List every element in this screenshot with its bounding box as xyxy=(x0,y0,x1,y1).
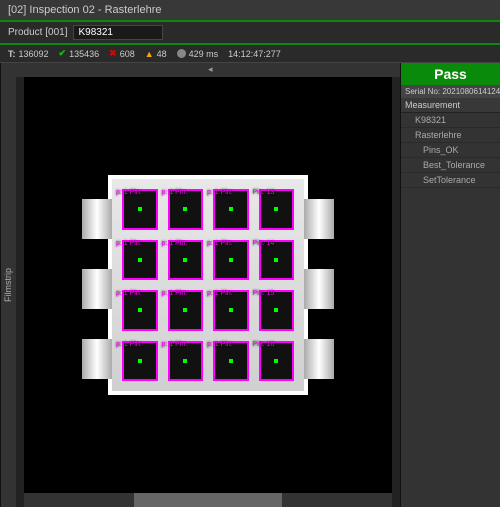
warn-icon: ▲ xyxy=(145,49,154,59)
lead-icon xyxy=(82,199,112,239)
stat-timestamp: 14:12:47:277 xyxy=(228,49,281,59)
cross-icon: ✖ xyxy=(109,48,117,59)
pin-label: p: 1 Pin: xyxy=(162,240,188,247)
pin-label: Pin: 13 xyxy=(253,189,275,196)
stat-total: 136092 xyxy=(19,49,49,59)
inspection-image[interactable]: p: 1 Pin:p: 1 Pin:p: 1 Pin:Pin: 13p: 1 P… xyxy=(24,77,392,493)
horizontal-scrollbar[interactable] xyxy=(24,493,392,507)
pin-marker[interactable]: p: 1 Pin: xyxy=(168,341,204,382)
pin-marker[interactable]: p: 1 Pin: xyxy=(122,290,158,331)
lead-icon xyxy=(82,269,112,309)
pin-label: Pin: 16 xyxy=(253,341,275,348)
chip: p: 1 Pin:p: 1 Pin:p: 1 Pin:Pin: 13p: 1 P… xyxy=(108,175,308,395)
product-input[interactable] xyxy=(73,25,163,40)
pin-marker[interactable]: p: 1 Pin: xyxy=(122,341,158,382)
pin-label: Pin: 15 xyxy=(253,290,275,297)
chevron-left-icon[interactable]: ◂ xyxy=(208,64,213,75)
pin-label: p: 1 Pin: xyxy=(116,189,142,196)
pin-label: Pin: 14 xyxy=(253,240,275,247)
serial-value: 20210806141247199 xyxy=(442,87,500,96)
serial-label: Serial No: xyxy=(405,87,440,96)
pin-marker[interactable]: Pin: 14 xyxy=(259,240,295,281)
pin-label: p: 1 Pin: xyxy=(116,290,142,297)
pin-marker[interactable]: p: 1 Pin: xyxy=(168,240,204,281)
pin-marker[interactable]: p: 1 Pin: xyxy=(122,189,158,230)
tree-item[interactable]: Pins_OK xyxy=(401,143,500,158)
tree-item[interactable]: SetTolerance xyxy=(401,173,500,188)
pin-marker[interactable]: p: 1 Pin: xyxy=(168,290,204,331)
pin-marker[interactable]: p: 1 Pin: xyxy=(168,189,204,230)
serial-row: Serial No: 20210806141247199 xyxy=(401,85,500,98)
pin-marker[interactable]: p: 1 Pin: xyxy=(213,290,249,331)
lead-icon xyxy=(82,339,112,379)
product-label: Product [001] xyxy=(8,27,67,38)
pin-label: p: 1 Pin: xyxy=(162,341,188,348)
pin-marker[interactable]: p: 1 Pin: xyxy=(122,240,158,281)
stat-fail: 608 xyxy=(120,49,135,59)
pin-marker[interactable]: p: 1 Pin: xyxy=(213,240,249,281)
pin-marker[interactable]: Pin: 16 xyxy=(259,341,295,382)
lead-icon xyxy=(304,269,334,309)
pin-label: p: 1 Pin: xyxy=(207,290,233,297)
pin-label: p: 1 Pin: xyxy=(207,189,233,196)
tree-item[interactable]: Best_Tolerance xyxy=(401,158,500,173)
measurement-header[interactable]: Measurement xyxy=(401,98,500,113)
side-panel: Pass Serial No: 20210806141247199 Measur… xyxy=(400,63,500,507)
check-icon: ✔ xyxy=(59,48,67,59)
scrollbar-thumb[interactable] xyxy=(134,493,281,507)
pin-marker[interactable]: Pin: 13 xyxy=(259,189,295,230)
viewer-header: ◂ xyxy=(16,63,400,77)
status-badge: Pass xyxy=(401,63,500,85)
pin-label: p: 1 Pin: xyxy=(207,240,233,247)
pin-label: p: 1 Pin: xyxy=(116,341,142,348)
stat-time: 429 ms xyxy=(189,49,219,59)
circle-icon xyxy=(177,49,186,58)
lead-icon xyxy=(304,339,334,379)
stat-pass: 135436 xyxy=(69,49,99,59)
pin-label: p: 1 Pin: xyxy=(162,189,188,196)
pin-marker[interactable]: p: 1 Pin: xyxy=(213,341,249,382)
window-title: [02] Inspection 02 - Rasterlehre xyxy=(0,0,500,22)
pin-label: p: 1 Pin: xyxy=(207,341,233,348)
tree-group[interactable]: Rasterlehre xyxy=(401,128,500,143)
pin-marker[interactable]: p: 1 Pin: xyxy=(213,189,249,230)
t-label: T: xyxy=(8,49,16,59)
stats-bar: T: 136092 ✔ 135436 ✖ 608 ▲ 48 429 ms 14:… xyxy=(0,45,500,63)
viewer: ◂ p: 1 Pin:p: 1 Pin:p: 1 Pin:Pin: 13p: 1… xyxy=(16,63,400,507)
lead-icon xyxy=(304,199,334,239)
pin-label: p: 1 Pin: xyxy=(116,240,142,247)
pin-label: p: 1 Pin: xyxy=(162,290,188,297)
filmstrip-tab[interactable]: Filmstrip xyxy=(0,63,16,507)
tree-product[interactable]: K98321 xyxy=(401,113,500,128)
product-bar: Product [001] xyxy=(0,22,500,45)
pin-marker[interactable]: Pin: 15 xyxy=(259,290,295,331)
stat-warn: 48 xyxy=(157,49,167,59)
